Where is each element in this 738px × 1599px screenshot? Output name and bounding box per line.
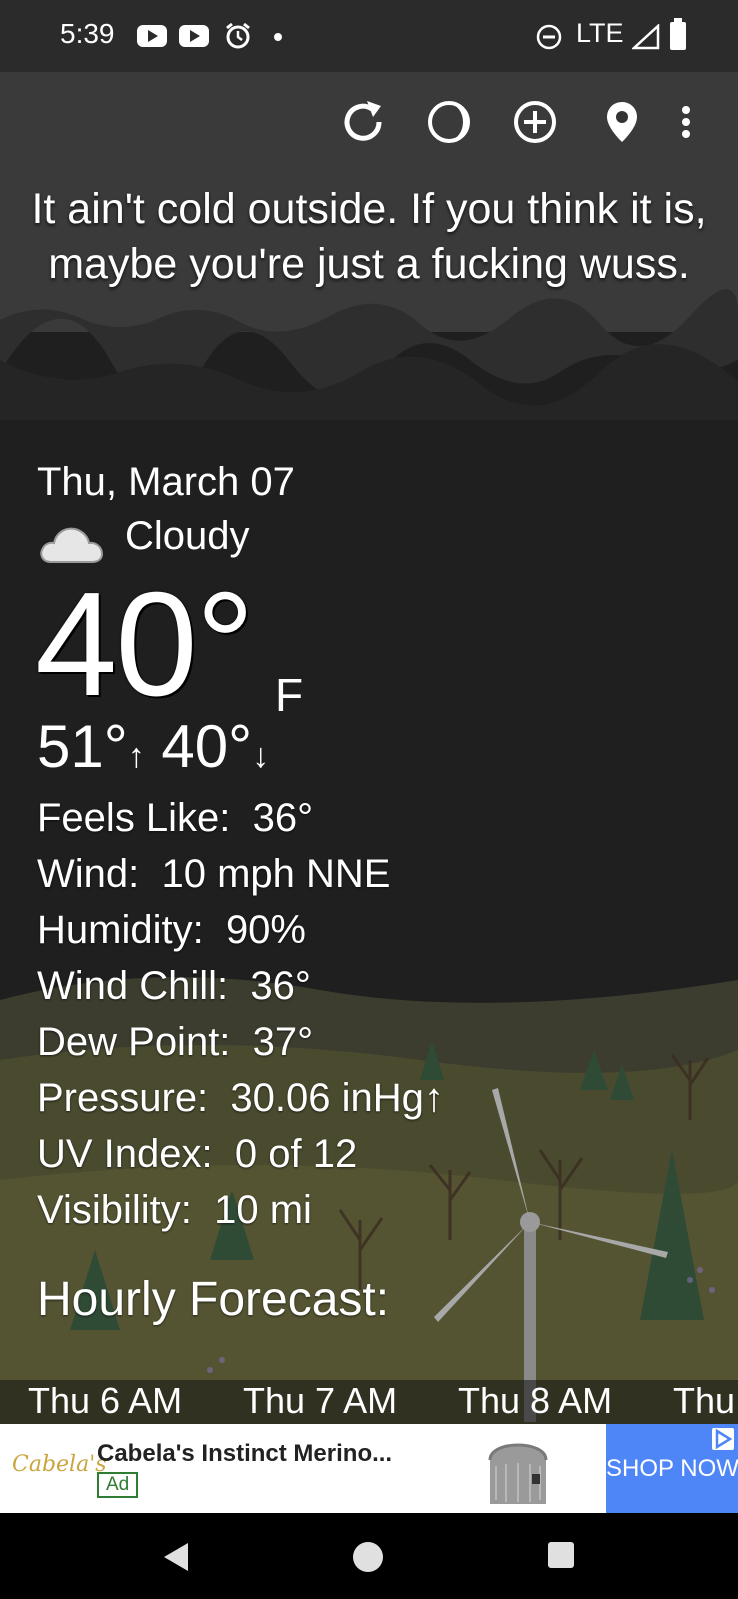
notification-dot	[274, 33, 282, 41]
ad-choices-icon[interactable]	[712, 1428, 734, 1450]
detail-humidity: Humidity: 90%	[37, 902, 444, 958]
detail-value: 90%	[225, 908, 306, 952]
detail-value: 37°	[252, 1020, 314, 1064]
low-temp: 40°	[161, 713, 253, 780]
current-temperature: 40°	[35, 562, 255, 727]
alarm-icon	[226, 22, 250, 49]
hourly-item-label[interactable]: Thu 6 AM	[28, 1380, 182, 1422]
detail-value: 36°	[250, 964, 311, 1008]
do-not-disturb-icon	[536, 24, 562, 50]
detail-value: 36°	[252, 796, 314, 840]
detail-value: 30.06 inHg↑	[230, 1076, 444, 1120]
ad-badge: Ad	[97, 1472, 139, 1498]
detail-feels-like: Feels Like: 36°	[37, 790, 444, 846]
high-low-temps: 51°↑ 40°↓	[37, 712, 269, 781]
hourly-forecast-title: Hourly Forecast:	[37, 1273, 390, 1326]
ad-title[interactable]: Cabela's Instinct Merino...	[97, 1440, 407, 1468]
nav-home-icon[interactable]	[352, 1541, 384, 1573]
detail-value: 0 of 12	[234, 1132, 358, 1176]
hourly-item-label[interactable]: Thu 8 AM	[458, 1380, 612, 1422]
location-pin-icon[interactable]	[598, 98, 646, 146]
detail-label: UV Index:	[37, 1132, 213, 1176]
detail-wind-chill: Wind Chill: 36°	[37, 958, 444, 1014]
status-time: 5:39	[60, 18, 115, 49]
signal-icon	[632, 24, 660, 50]
detail-value: 10 mph NNE	[161, 852, 391, 896]
detail-label: Wind Chill:	[37, 964, 229, 1008]
current-date: Thu, March 07	[37, 460, 295, 504]
add-location-icon[interactable]	[511, 98, 559, 146]
detail-dew-point: Dew Point: 37°	[37, 1014, 444, 1070]
detail-pressure: Pressure: 30.06 inHg↑	[37, 1070, 444, 1126]
detail-wind: Wind: 10 mph NNE	[37, 846, 444, 902]
low-arrow-icon: ↓	[252, 737, 270, 775]
moon-phase-icon[interactable]	[425, 98, 473, 146]
more-vert-icon[interactable]	[676, 98, 696, 146]
temperature-unit: F	[275, 669, 304, 721]
ad-product-image[interactable]	[478, 1430, 558, 1510]
high-arrow-icon: ↑	[127, 737, 145, 775]
weather-details: Feels Like: 36° Wind: 10 mph NNE Humidit…	[37, 790, 444, 1238]
status-bar: 5:39 LTE	[0, 0, 738, 72]
refresh-icon[interactable]	[339, 98, 387, 146]
nav-back-icon[interactable]	[160, 1541, 192, 1573]
detail-label: Pressure:	[37, 1076, 209, 1120]
detail-label: Wind:	[37, 852, 140, 896]
system-nav-bar	[0, 1513, 738, 1599]
weather-quote: It ain't cold outside. If you think it i…	[31, 185, 707, 288]
network-type: LTE	[576, 18, 624, 48]
detail-value: 10 mi	[214, 1188, 312, 1232]
high-temp: 51°	[37, 713, 128, 780]
youtube-icon	[179, 25, 209, 47]
hourly-item-label[interactable]: Thu 7 AM	[243, 1380, 397, 1422]
detail-label: Humidity:	[37, 908, 204, 952]
condition-label: Cloudy	[125, 514, 250, 558]
hourly-item-label[interactable]: Thu	[673, 1380, 735, 1422]
hourly-forecast-strip[interactable]: Thu 6 AM Thu 7 AM Thu 8 AM Thu	[0, 1380, 738, 1425]
detail-label: Dew Point:	[37, 1020, 231, 1064]
detail-visibility: Visibility: 10 mi	[37, 1182, 444, 1238]
ad-brand-logo[interactable]: Cabela's	[12, 1452, 107, 1477]
detail-label: Feels Like:	[37, 796, 231, 840]
battery-icon	[670, 18, 686, 50]
detail-uv-index: UV Index: 0 of 12	[37, 1126, 444, 1182]
detail-label: Visibility:	[37, 1188, 192, 1232]
youtube-icon	[137, 25, 167, 47]
nav-recents-icon[interactable]	[547, 1541, 575, 1569]
cloud-icon	[40, 527, 104, 563]
ad-banner[interactable]: Cabela's Cabela's Instinct Merino... Ad …	[0, 1424, 738, 1513]
